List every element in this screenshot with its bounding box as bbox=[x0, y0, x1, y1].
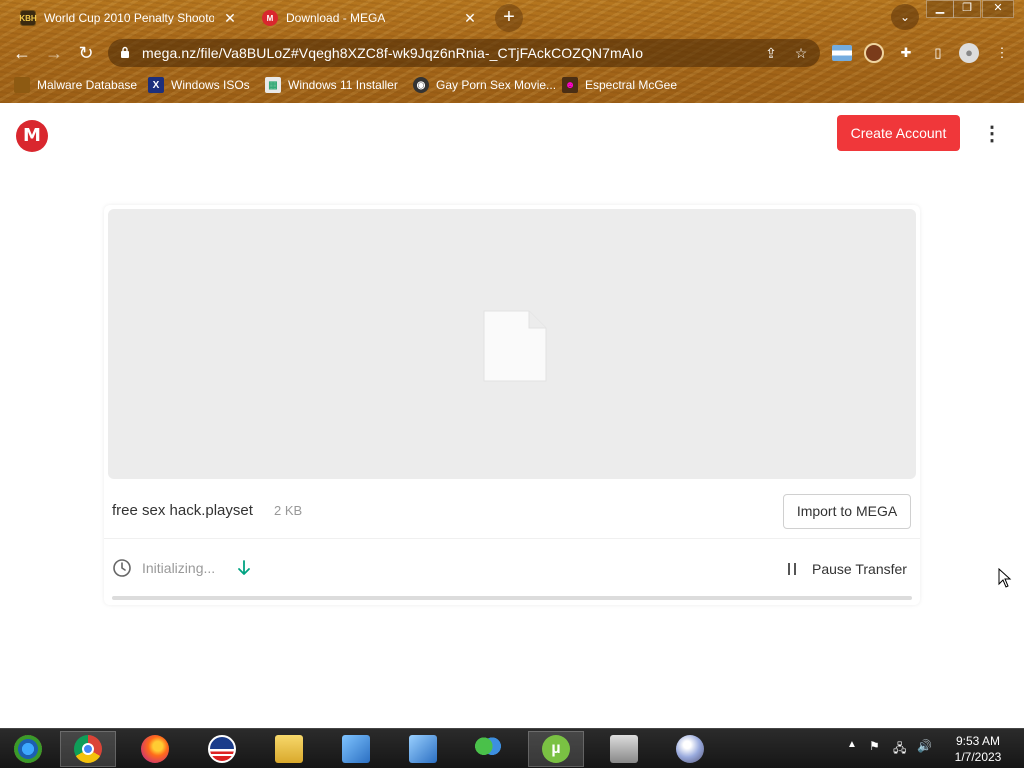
browser-toolbar: ← → ↻ mega.nz/file/Va8BULoZ#Vqegh8XZC8f-… bbox=[0, 36, 1024, 70]
forward-arrow-icon[interactable]: → bbox=[41, 40, 67, 66]
tab-strip: KBH World Cup 2010 Penalty Shootout ✕ M … bbox=[0, 0, 1024, 34]
back-arrow-icon[interactable]: ← bbox=[9, 40, 35, 66]
file-size: 2 KB bbox=[274, 503, 303, 518]
bookmark-item[interactable]: ▦ Windows 11 Installer bbox=[265, 75, 398, 95]
network-computer-icon bbox=[342, 735, 370, 763]
taskbar-firefox[interactable] bbox=[127, 731, 183, 767]
status-text: Initializing... bbox=[142, 560, 216, 576]
chrome-menu-icon[interactable]: ⋮ bbox=[992, 43, 1012, 63]
import-to-mega-button[interactable]: Import to MEGA bbox=[783, 494, 911, 529]
taskbar-network-app-2[interactable] bbox=[395, 731, 451, 767]
kbh-favicon-icon: KBH bbox=[19, 10, 37, 26]
windows-taskbar: µ ▲ ⚑ 🖧 🔊 9:53 AM 1/7/2023 bbox=[0, 728, 1024, 768]
reload-icon[interactable]: ↻ bbox=[73, 40, 99, 66]
bookmark-item[interactable]: ☻ Espectral McGee bbox=[562, 75, 677, 95]
folder-icon bbox=[275, 735, 303, 763]
mega-page: M Create Account ⋮ free sex hack.playset… bbox=[0, 103, 1024, 728]
close-window-button[interactable]: ✕ bbox=[982, 0, 1014, 18]
bookmark-label: Windows ISOs bbox=[171, 78, 250, 92]
extensions-puzzle-icon[interactable]: ✚ bbox=[896, 43, 916, 63]
download-arrow-icon bbox=[238, 560, 251, 575]
pause-transfer-button[interactable]: Pause Transfer bbox=[786, 559, 907, 579]
globe-installer-icon bbox=[676, 735, 704, 763]
volume-icon[interactable]: 🔊 bbox=[917, 739, 932, 753]
avatar-icon: ☻ bbox=[562, 77, 578, 93]
taskbar-installer[interactable] bbox=[662, 731, 718, 767]
bookmark-label: Gay Porn Sex Movie... bbox=[436, 78, 557, 92]
pause-icon bbox=[786, 563, 798, 575]
generic-file-icon bbox=[483, 310, 547, 382]
bookmarks-bar: Malware Database X Windows ISOs ▦ Window… bbox=[0, 72, 1024, 98]
action-center-flag-icon[interactable]: ⚑ bbox=[869, 739, 880, 753]
flag-extension-icon[interactable] bbox=[832, 45, 852, 61]
new-tab-button[interactable]: + bbox=[495, 4, 523, 32]
system-clock[interactable]: 9:53 AM 1/7/2023 bbox=[946, 733, 1010, 765]
transfer-status: Initializing... bbox=[112, 557, 251, 579]
avatar-extension-icon[interactable] bbox=[864, 43, 884, 63]
close-tab-icon[interactable]: ✕ bbox=[462, 10, 478, 26]
utorrent-icon: µ bbox=[542, 735, 570, 763]
taskbar-explorer[interactable] bbox=[261, 731, 317, 767]
browser-chrome: KBH World Cup 2010 Penalty Shootout ✕ M … bbox=[0, 0, 1024, 103]
x-icon: X bbox=[148, 77, 164, 93]
image-icon: ▦ bbox=[265, 77, 281, 93]
file-preview bbox=[108, 209, 916, 479]
clock-date: 1/7/2023 bbox=[954, 750, 1002, 764]
profile-icon[interactable]: ● bbox=[959, 43, 979, 63]
folder-icon bbox=[14, 77, 30, 93]
start-button[interactable] bbox=[0, 731, 56, 767]
bookmark-label: Espectral McGee bbox=[585, 78, 678, 92]
show-hidden-icons-icon[interactable]: ▲ bbox=[847, 739, 857, 750]
tab-title: World Cup 2010 Penalty Shootout bbox=[44, 11, 214, 25]
site-icon: ◉ bbox=[413, 77, 429, 93]
firefox-icon bbox=[141, 735, 169, 763]
bookmark-item[interactable]: ◉ Gay Porn Sex Movie... bbox=[413, 75, 556, 95]
create-account-button[interactable]: Create Account bbox=[837, 115, 960, 151]
url-text[interactable]: mega.nz/file/Va8BULoZ#Vqegh8XZC8f-wk9Jqz… bbox=[142, 45, 643, 61]
mega-favicon-icon: M bbox=[262, 10, 278, 26]
side-panel-icon[interactable]: ▯ bbox=[928, 43, 948, 63]
tab-mega-download[interactable]: M Download - MEGA ✕ bbox=[252, 4, 486, 32]
tab-search-chevron-icon[interactable]: ⌄ bbox=[891, 4, 919, 30]
minimize-button[interactable]: ▁ bbox=[926, 0, 954, 18]
network-computer-icon bbox=[409, 735, 437, 763]
taskbar-chrome[interactable] bbox=[60, 731, 116, 767]
windows-start-icon bbox=[14, 735, 42, 763]
tab-world-cup[interactable]: KBH World Cup 2010 Penalty Shootout ✕ bbox=[10, 4, 246, 32]
more-options-icon[interactable]: ⋮ bbox=[982, 121, 1002, 147]
bookmark-star-icon[interactable]: ☆ bbox=[792, 44, 810, 62]
taskbar-utorrent[interactable]: µ bbox=[528, 731, 584, 767]
clock-time: 9:53 AM bbox=[955, 734, 1001, 748]
bookmark-label: Windows 11 Installer bbox=[288, 78, 398, 92]
close-tab-icon[interactable]: ✕ bbox=[222, 10, 238, 26]
network-icon[interactable]: 🖧 bbox=[893, 739, 906, 760]
file-name: free sex hack.playset bbox=[112, 502, 253, 519]
bookmark-item[interactable]: Malware Database bbox=[14, 75, 137, 95]
restore-button[interactable]: ❐ bbox=[953, 0, 981, 18]
obama-logo-icon bbox=[208, 735, 236, 763]
bookmark-label: Malware Database bbox=[37, 78, 138, 92]
address-bar[interactable]: mega.nz/file/Va8BULoZ#Vqegh8XZC8f-wk9Jqz… bbox=[108, 39, 820, 67]
pause-transfer-label: Pause Transfer bbox=[812, 561, 907, 577]
clock-icon bbox=[113, 559, 131, 577]
chrome-icon bbox=[74, 735, 102, 763]
device-icon bbox=[610, 735, 638, 763]
taskbar-device-manager[interactable] bbox=[596, 731, 652, 767]
taskbar-messenger[interactable] bbox=[460, 731, 516, 767]
tab-title: Download - MEGA bbox=[286, 11, 386, 25]
divider bbox=[104, 538, 920, 539]
progress-bar bbox=[112, 596, 912, 600]
lock-icon bbox=[120, 46, 136, 61]
messenger-people-icon bbox=[474, 735, 502, 763]
share-icon[interactable]: ⇪ bbox=[762, 44, 780, 62]
taskbar-app-obama[interactable] bbox=[194, 731, 250, 767]
mega-logo[interactable]: M bbox=[16, 120, 48, 152]
bookmark-item[interactable]: X Windows ISOs bbox=[148, 75, 250, 95]
mouse-cursor-icon bbox=[998, 568, 1012, 588]
file-card: free sex hack.playset 2 KB Import to MEG… bbox=[104, 205, 920, 605]
taskbar-network-app[interactable] bbox=[328, 731, 384, 767]
